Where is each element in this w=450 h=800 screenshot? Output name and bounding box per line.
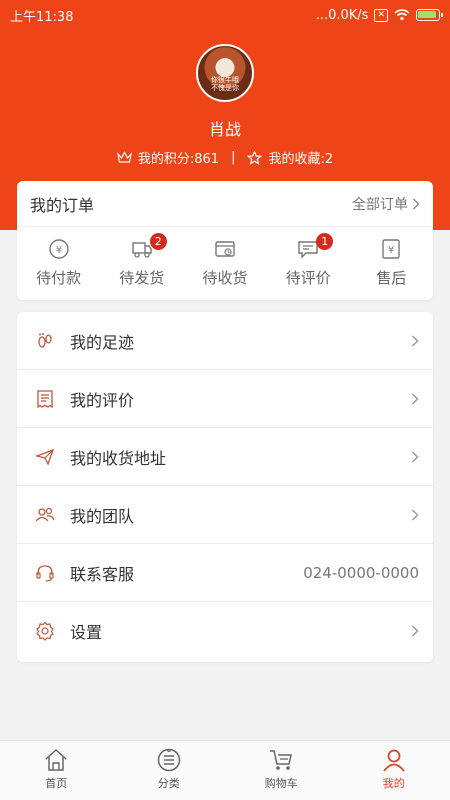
delivery-box-icon <box>215 241 235 257</box>
order-after-sale[interactable]: ¥ 售后 <box>350 237 433 288</box>
order-badge: 2 <box>149 233 167 250</box>
wallet-icon: ¥ <box>48 239 69 259</box>
paper-plane-icon <box>34 446 56 468</box>
menu-footprints[interactable]: 我的足迹 <box>17 312 433 370</box>
menu-settings[interactable]: 设置 <box>17 602 433 660</box>
stats-separator: | <box>231 150 236 165</box>
chevron-right-icon <box>412 509 419 520</box>
menu-label: 我的足迹 <box>70 332 135 352</box>
user-icon <box>383 749 405 772</box>
order-label: 待发货 <box>119 269 165 287</box>
tab-cart[interactable]: 购物车 <box>225 741 338 800</box>
points-link[interactable]: 我的积分:861 <box>138 148 219 167</box>
username: 肖战 <box>208 120 241 139</box>
all-orders-label: 全部订单 <box>352 196 408 213</box>
settings-gear-icon <box>34 620 56 642</box>
tab-label: 分类 <box>157 777 180 790</box>
menu-team[interactable]: 我的团队 <box>17 486 433 544</box>
category-icon <box>157 748 180 772</box>
chevron-right-icon <box>412 625 419 637</box>
menu-customer-service[interactable]: 联系客服 024-0000-0000 <box>17 544 433 602</box>
crown-icon <box>116 151 132 163</box>
menu-reviews[interactable]: 我的评价 <box>17 370 433 428</box>
all-orders-link[interactable]: 全部订单 <box>352 194 420 214</box>
wifi-icon <box>394 9 410 21</box>
tab-label: 首页 <box>45 777 68 790</box>
tab-label: 我的 <box>382 777 405 790</box>
star-icon <box>247 150 263 165</box>
orders-header: 我的订单 全部订单 <box>17 181 433 227</box>
order-label: 待付款 <box>36 269 82 287</box>
network-speed: ...0.0K/s <box>315 7 369 23</box>
chevron-right-icon <box>412 335 419 346</box>
favorites-link[interactable]: 我的收藏:2 <box>268 148 333 167</box>
order-label: 待评价 <box>285 269 331 287</box>
orders-title: 我的订单 <box>30 195 95 215</box>
order-badge: 1 <box>316 233 334 250</box>
menu-card: 我的足迹 我的评价 我的收货地址 我的团队 联系客服 024-0000-0000 <box>17 312 433 662</box>
home-icon <box>45 748 67 771</box>
footprint-icon <box>34 330 56 352</box>
menu-addresses[interactable]: 我的收货地址 <box>17 428 433 486</box>
menu-label: 设置 <box>70 623 103 642</box>
chevron-right-icon <box>412 393 419 404</box>
orders-card: 我的订单 全部订单 ¥ 待付款 2 待发货 待收货 1 待评价 ¥ 售后 <box>17 181 433 300</box>
status-bar: 上午11:38 ...0.0K/s ✕ <box>0 0 450 30</box>
profile-section: 你很牛哦 不愧是你 肖战 我的积分:861 | 我的收藏:2 <box>0 44 450 167</box>
bottom-tab-bar: 首页 分类 购物车 我的 <box>0 740 450 800</box>
svg-text:¥: ¥ <box>55 245 61 256</box>
tab-label: 购物车 <box>264 777 298 790</box>
status-time: 上午11:38 <box>10 9 74 25</box>
tab-mine[interactable]: 我的 <box>338 741 450 800</box>
order-pending-review[interactable]: 1 待评价 <box>267 233 350 288</box>
menu-label: 我的团队 <box>70 506 135 526</box>
tab-category[interactable]: 分类 <box>113 741 226 800</box>
menu-label: 我的收货地址 <box>70 448 167 468</box>
order-pending-receipt[interactable]: 待收货 <box>183 237 266 288</box>
team-icon <box>34 504 56 526</box>
headset-icon <box>34 562 56 584</box>
svg-text:¥: ¥ <box>388 245 394 256</box>
customer-service-phone[interactable]: 024-0000-0000 <box>303 564 419 582</box>
avatar[interactable]: 你很牛哦 不愧是你 <box>196 44 254 102</box>
order-label: 待收货 <box>202 269 248 287</box>
avatar-caption: 你很牛哦 不愧是你 <box>211 76 239 92</box>
tab-home[interactable]: 首页 <box>0 741 113 800</box>
menu-label: 联系客服 <box>70 564 135 584</box>
order-pending-shipment[interactable]: 2 待发货 <box>100 233 183 288</box>
chevron-right-icon <box>413 198 420 209</box>
chevron-right-icon <box>412 451 419 462</box>
order-pending-payment[interactable]: ¥ 待付款 <box>17 237 100 288</box>
menu-label: 我的评价 <box>70 390 135 410</box>
battery-icon <box>416 9 443 21</box>
sim-icon: ✕ <box>374 8 388 22</box>
order-label: 售后 <box>376 269 407 287</box>
cart-icon <box>270 750 293 770</box>
receipt-icon <box>34 388 56 410</box>
profile-stats: 我的积分:861 | 我的收藏:2 <box>0 148 450 167</box>
after-sale-icon: ¥ <box>382 239 401 259</box>
